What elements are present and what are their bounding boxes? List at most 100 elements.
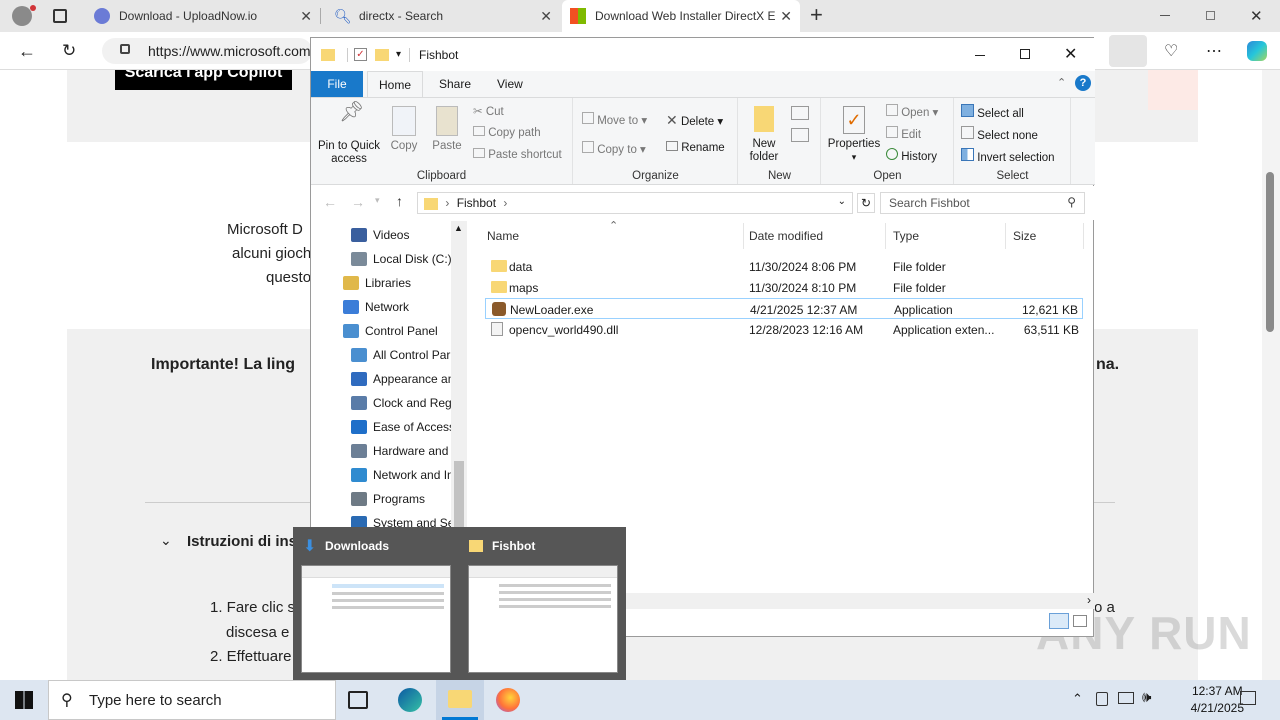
rename-button[interactable]: Rename [666, 141, 725, 154]
nav-item[interactable]: Libraries [343, 271, 411, 295]
scrollbar-thumb[interactable] [1266, 172, 1274, 332]
download-button[interactable] [1109, 35, 1147, 67]
nav-item[interactable]: Ease of Access [351, 415, 455, 439]
search-fishbot-input[interactable]: Search Fishbot ⚲ [880, 192, 1085, 214]
copy-path-button[interactable]: Copy path [473, 126, 541, 139]
select-all-button[interactable]: Select all [961, 104, 1024, 120]
windows-start-icon[interactable] [15, 691, 33, 709]
path-segment[interactable]: Fishbot [457, 196, 496, 210]
file-row[interactable]: NewLoader.exe 4/21/2025 12:37 AM Applicati… [485, 298, 1083, 319]
properties-button[interactable]: ✓ Properties ▾ [826, 106, 882, 164]
paste-button[interactable]: Paste [427, 106, 467, 153]
thumbnail-fishbot[interactable]: Fishbot [463, 534, 623, 560]
volume-icon[interactable]: 🕪︎ [1142, 689, 1151, 706]
scroll-right-icon[interactable]: › [1087, 593, 1091, 607]
help-icon[interactable]: ? [1075, 75, 1091, 91]
close-tab-icon[interactable]: ✕ [780, 8, 792, 25]
select-none-button[interactable]: Select none [961, 126, 1038, 142]
invert-selection-button[interactable]: Invert selection [961, 148, 1055, 164]
move-to-button[interactable]: Move to ▾ [582, 112, 647, 127]
tab-uploadnow[interactable]: Download - UploadNow.io ✕ [86, 0, 320, 32]
file-row[interactable]: data 11/30/2024 8:06 PM File folder [485, 256, 1083, 277]
collapse-ribbon-icon[interactable]: ⌃ [1057, 76, 1066, 89]
fishbot-preview[interactable] [468, 565, 618, 673]
copilot-download-button[interactable]: Scarica l'app Copilot [115, 70, 292, 90]
refresh-icon[interactable]: ↻ [62, 41, 76, 61]
delete-button[interactable]: ✕ Delete ▾ [666, 112, 723, 129]
tab-actions-icon[interactable] [53, 9, 67, 23]
back-arrow-icon[interactable]: ← [323, 194, 337, 210]
minimize-icon[interactable] [975, 55, 985, 56]
profile-icon[interactable] [12, 6, 32, 26]
tab-share[interactable]: Share [439, 77, 471, 91]
edit-button[interactable]: Edit [886, 126, 921, 141]
large-icons-view-icon[interactable] [1073, 615, 1087, 627]
back-icon[interactable]: ← [18, 41, 36, 62]
new-item-icon[interactable] [791, 106, 809, 120]
network-icon[interactable] [1118, 692, 1134, 704]
history-button[interactable]: History [886, 148, 937, 163]
downloads-preview[interactable] [301, 565, 451, 673]
column-header-type[interactable]: Type [893, 229, 919, 243]
open-button[interactable]: Open ▾ [886, 104, 938, 119]
nav-item[interactable]: Network and In [351, 463, 454, 487]
close-window-icon[interactable]: ✕ [1250, 7, 1263, 25]
nav-item[interactable]: Clock and Regi [351, 391, 454, 415]
paste-shortcut-button[interactable]: Paste shortcut [473, 148, 562, 161]
minimize-icon[interactable] [1160, 15, 1170, 16]
column-header-size[interactable]: Size [1013, 229, 1036, 243]
nav-item[interactable]: Appearance an [351, 367, 454, 391]
more-icon[interactable]: ⋯ [1206, 41, 1222, 61]
chevron-down-icon[interactable]: ⌄ [160, 532, 172, 549]
close-tab-icon[interactable]: ✕ [300, 8, 312, 25]
device-icon[interactable] [1096, 692, 1108, 706]
tab-directx-download[interactable]: Download Web Installer DirectX E ✕ [562, 0, 800, 32]
show-hidden-icons-icon[interactable]: ⌃ [1072, 691, 1083, 707]
details-view-icon[interactable] [1049, 613, 1069, 629]
explorer-taskbar-button[interactable] [436, 680, 484, 720]
nav-item[interactable]: Hardware and [351, 439, 448, 463]
tab-directx-search[interactable]: 🔍︎ directx - Search ✕ [326, 0, 560, 32]
new-folder-button[interactable]: New folder [743, 106, 785, 164]
easy-access-icon[interactable] [791, 128, 809, 142]
health-icon[interactable]: ♡ [1164, 41, 1178, 61]
close-icon[interactable]: ✕ [1064, 44, 1077, 64]
refresh-icon[interactable]: ↻ [857, 193, 875, 213]
address-bar[interactable]: https://www.microsoft.com [102, 38, 312, 64]
address-path-box[interactable]: › Fishbot › ⌄ [417, 192, 853, 214]
pin-quick-access-button[interactable]: 📌︎ Pin to Quick access [317, 102, 381, 166]
nav-item[interactable]: Videos [351, 223, 409, 247]
copilot-icon[interactable] [1247, 41, 1267, 61]
new-tab-button[interactable]: + [810, 2, 823, 28]
nav-item[interactable]: Network [343, 295, 409, 319]
tab-home[interactable]: Home [367, 71, 423, 98]
forward-arrow-icon[interactable]: → [351, 194, 365, 210]
restore-icon[interactable] [1206, 11, 1215, 20]
firefox-icon[interactable] [496, 688, 520, 712]
nav-item[interactable]: All Control Par [351, 343, 450, 367]
taskbar-search-box[interactable]: ⚲ Type here to search [48, 680, 336, 720]
scroll-up-icon[interactable]: ▲ [454, 223, 463, 233]
column-header-name[interactable]: Name [487, 229, 519, 243]
copy-to-button[interactable]: Copy to ▾ [582, 141, 646, 156]
quick-access-dropdown-icon[interactable]: ▾ [396, 49, 401, 60]
system-clock[interactable]: 12:37 AM 4/21/2025 [1191, 683, 1244, 717]
new-folder-quick-icon[interactable] [375, 49, 389, 61]
path-dropdown-icon[interactable]: ⌄ [838, 196, 846, 207]
copy-button[interactable]: Copy [385, 106, 423, 153]
properties-quick-icon[interactable]: ✓ [354, 48, 367, 61]
nav-item[interactable]: Local Disk (C:) [351, 247, 452, 271]
edge-icon[interactable] [398, 688, 422, 712]
task-view-icon[interactable] [348, 691, 368, 709]
instructions-heading[interactable]: Istruzioni di inst [187, 533, 302, 550]
file-row[interactable]: maps 11/30/2024 8:10 PM File folder [485, 277, 1083, 298]
cut-button[interactable]: ✂ Cut [473, 104, 504, 118]
tab-file[interactable]: File [311, 71, 363, 97]
maximize-icon[interactable] [1020, 49, 1030, 59]
close-tab-icon[interactable]: ✕ [540, 8, 552, 25]
column-header-date[interactable]: Date modified [749, 229, 823, 243]
tab-view[interactable]: View [497, 77, 523, 91]
notifications-icon[interactable] [1240, 691, 1256, 705]
nav-item[interactable]: Programs [351, 487, 425, 511]
nav-item[interactable]: Control Panel [343, 319, 438, 343]
